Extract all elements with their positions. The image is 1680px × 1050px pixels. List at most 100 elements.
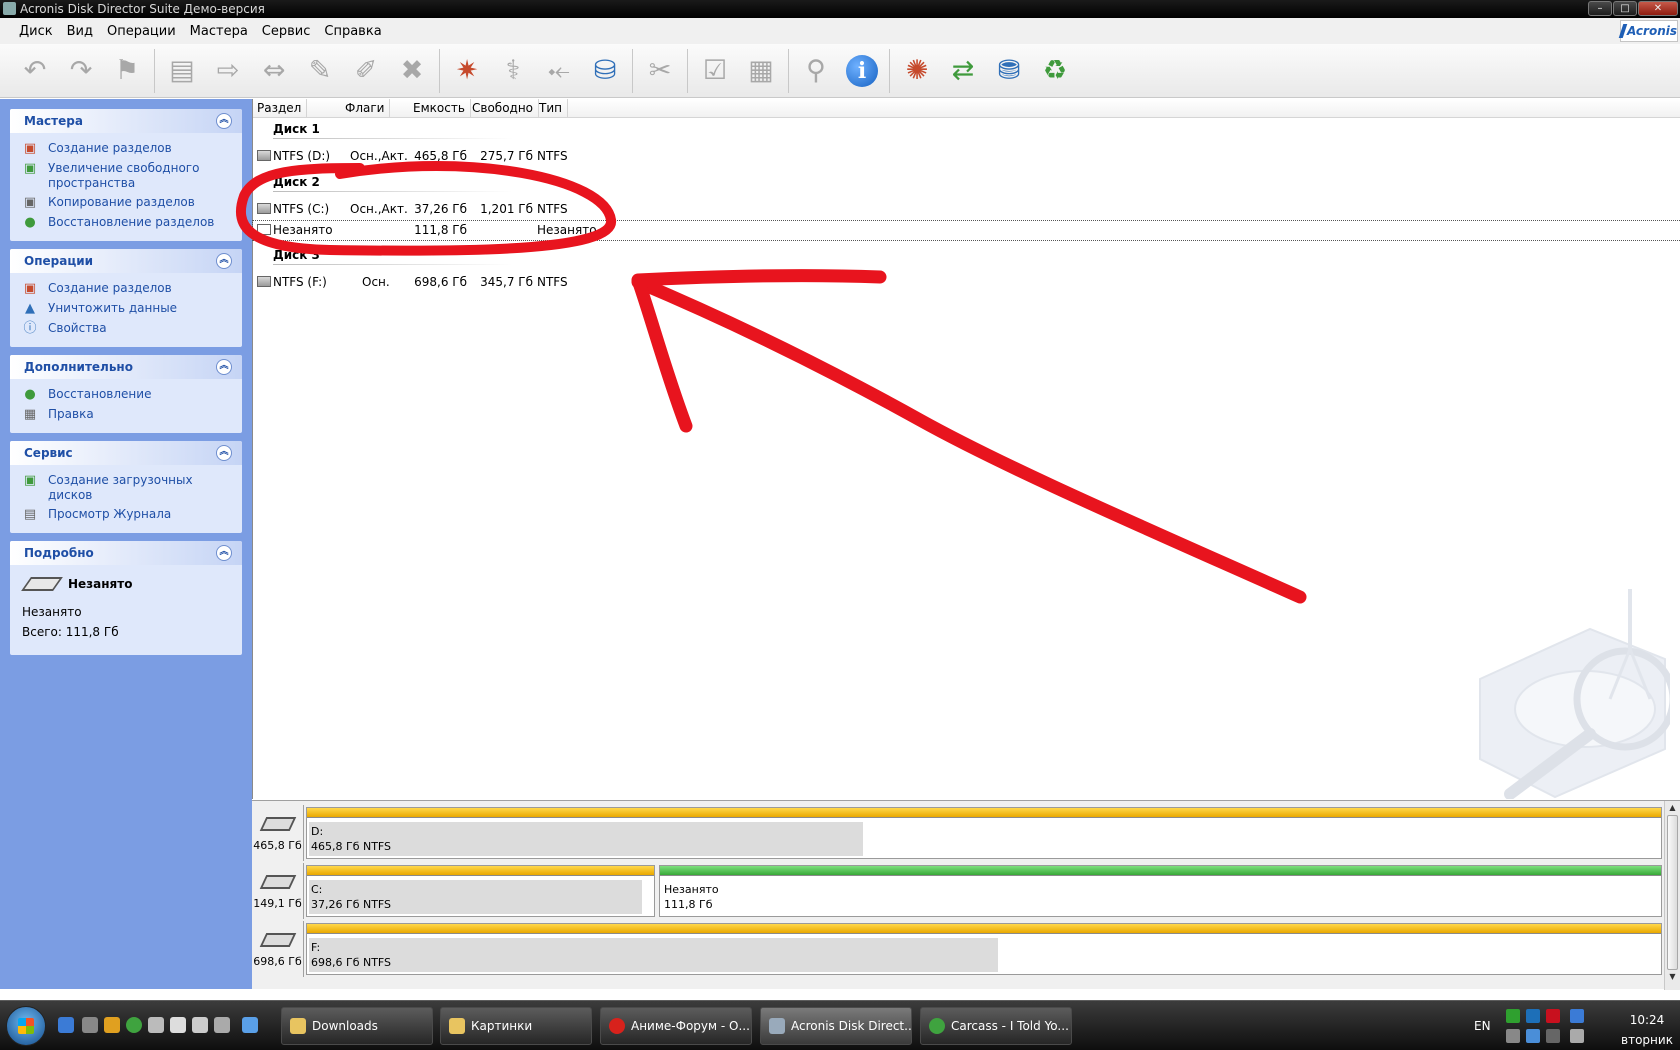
tray-icon[interactable]	[1546, 1029, 1560, 1043]
clock-time[interactable]: 10:24	[1612, 1013, 1680, 1027]
group-header[interactable]: Подробно ︽	[10, 541, 242, 565]
create-partition-icon[interactable]: ▤	[159, 48, 205, 94]
menu-view[interactable]: Вид	[67, 24, 93, 39]
task-label[interactable]: Увеличение свободного пространства	[48, 161, 234, 191]
scroll-up-arrow-icon[interactable]: ▲	[1665, 801, 1680, 815]
task-copy-partitions[interactable]: ▣ Копирование разделов	[22, 195, 234, 211]
taskbar-button-player[interactable]: Carcass - I Told Yo...	[920, 1007, 1072, 1045]
undo-icon[interactable]: ↶	[12, 48, 58, 94]
task-bootable-media[interactable]: ▣ Создание загрузочных дисков	[22, 473, 234, 503]
task-view-log[interactable]: ▤ Просмотр Журнала	[22, 507, 234, 523]
disk-info[interactable]: 149,1 Гб	[252, 863, 304, 919]
show-desktop-icon[interactable]	[58, 1017, 74, 1033]
menu-operations[interactable]: Операции	[107, 24, 176, 39]
split-icon[interactable]: ⤝	[536, 48, 582, 94]
task-label[interactable]: Восстановление	[48, 387, 151, 402]
scroll-thumb[interactable]	[1667, 815, 1678, 970]
disk-info[interactable]: 465,8 Гб	[252, 805, 304, 861]
taskbar-button-opera[interactable]: Аниме-Форум - О...	[600, 1007, 752, 1045]
task-label[interactable]: Создание разделов	[48, 281, 172, 296]
maximize-button[interactable]: □	[1613, 1, 1637, 16]
info-icon[interactable]: i	[839, 48, 885, 94]
unallocated-segment[interactable]: Незанято 111,8 Гб	[659, 865, 1662, 917]
quicklaunch-icon[interactable]	[214, 1017, 230, 1033]
menu-help[interactable]: Справка	[324, 24, 381, 39]
task-properties[interactable]: ⓘ Свойства	[22, 321, 234, 337]
task-wipe-data[interactable]: ▲ Уничтожить данные	[22, 301, 234, 317]
disk-info[interactable]: 698,6 Гб	[252, 921, 304, 977]
task-label[interactable]: Просмотр Журнала	[48, 507, 171, 522]
format-icon[interactable]: ✐	[343, 48, 389, 94]
task-label[interactable]: Свойства	[48, 321, 107, 336]
menu-disk[interactable]: Диск	[19, 24, 53, 39]
collapse-chevron-icon[interactable]: ︽	[216, 113, 232, 129]
group-header[interactable]: Мастера ︽	[10, 109, 242, 133]
task-label[interactable]: Копирование разделов	[48, 195, 195, 210]
commit-flag-icon[interactable]: ⚑	[104, 48, 150, 94]
column-capacity[interactable]: Емкость	[413, 99, 471, 118]
tray-icon[interactable]	[1506, 1029, 1520, 1043]
group-header[interactable]: Сервис ︽	[10, 441, 242, 465]
task-recover-partitions[interactable]: ● Восстановление разделов	[22, 215, 234, 231]
convert-icon[interactable]: ⛃	[986, 48, 1032, 94]
ati-icon[interactable]	[1546, 1009, 1560, 1023]
language-indicator[interactable]: EN	[1474, 1019, 1491, 1033]
menu-service[interactable]: Сервис	[262, 24, 311, 39]
table-row-selected[interactable]: Незанято 111,8 Гб Незанято	[252, 220, 1680, 241]
menu-wizards[interactable]: Мастера	[190, 24, 248, 39]
quicklaunch-icon[interactable]	[82, 1017, 98, 1033]
task-increase-space[interactable]: ▣ Увеличение свободного пространства	[22, 161, 234, 191]
bootable-media-icon[interactable]: ⛁	[582, 48, 628, 94]
task-create-partitions[interactable]: ▣ Создание разделов	[22, 141, 234, 157]
partition-segment[interactable]: D: 465,8 Гб NTFS	[306, 807, 1662, 859]
collapse-chevron-icon[interactable]: ︽	[216, 359, 232, 375]
tray-icon[interactable]	[1526, 1029, 1540, 1043]
quicklaunch-icon[interactable]	[126, 1017, 142, 1033]
column-partition[interactable]: Раздел	[257, 99, 308, 118]
task-label[interactable]: Правка	[48, 407, 94, 422]
tray-icon[interactable]	[1506, 1009, 1520, 1023]
recovery-icon[interactable]: ⚕	[490, 48, 536, 94]
task-label[interactable]: Уничтожить данные	[48, 301, 177, 316]
task-edit[interactable]: ▦ Правка	[22, 407, 234, 423]
task-label[interactable]: Создание разделов	[48, 141, 172, 156]
browse-icon[interactable]: ⚲	[793, 48, 839, 94]
start-button[interactable]	[6, 1006, 46, 1046]
redo-icon[interactable]: ↷	[58, 48, 104, 94]
scroll-down-arrow-icon[interactable]: ▼	[1665, 970, 1680, 984]
taskbar-button-pictures[interactable]: Картинки	[440, 1007, 592, 1045]
table-row[interactable]: NTFS (F:) Осн. 698,6 Гб 345,7 Гб NTFS	[253, 273, 1680, 292]
column-type[interactable]: Тип	[539, 99, 568, 118]
partition-segment[interactable]: F: 698,6 Гб NTFS	[306, 923, 1662, 975]
defrag-icon[interactable]: ▦	[738, 48, 784, 94]
table-row[interactable]: NTFS (D:) Осн.,Акт. 465,8 Гб 275,7 Гб NT…	[253, 147, 1680, 166]
column-flags[interactable]: Флаги	[345, 99, 392, 118]
volume-icon[interactable]	[1570, 1029, 1584, 1043]
column-free[interactable]: Свободно	[472, 99, 540, 118]
tray-icon[interactable]	[1526, 1009, 1540, 1023]
check-icon[interactable]: ☑	[692, 48, 738, 94]
increase-space-icon[interactable]: ✺	[894, 48, 940, 94]
task-create-partitions[interactable]: ▣ Создание разделов	[22, 281, 234, 297]
quicklaunch-icon[interactable]	[148, 1017, 164, 1033]
task-label[interactable]: Восстановление разделов	[48, 215, 214, 230]
quicklaunch-icon[interactable]	[170, 1017, 186, 1033]
collapse-chevron-icon[interactable]: ︽	[216, 545, 232, 561]
group-header[interactable]: Дополнительно ︽	[10, 355, 242, 379]
wipe-icon[interactable]: ✂	[637, 48, 683, 94]
collapse-chevron-icon[interactable]: ︽	[216, 445, 232, 461]
group-header[interactable]: Операции ︽	[10, 249, 242, 273]
resize-partition-icon[interactable]: ⇔	[251, 48, 297, 94]
delete-partition-icon[interactable]: ✖	[389, 48, 435, 94]
label-icon[interactable]: ✎	[297, 48, 343, 94]
minimize-button[interactable]: –	[1588, 1, 1612, 16]
create-partition-wizard-icon[interactable]: ✷	[444, 48, 490, 94]
quicklaunch-icon[interactable]	[192, 1017, 208, 1033]
title-bar[interactable]: Acronis Disk Director Suite Демо-версия …	[0, 0, 1680, 18]
collapse-chevron-icon[interactable]: ︽	[216, 253, 232, 269]
table-row[interactable]: NTFS (C:) Осн.,Акт. 37,26 Гб 1,201 Гб NT…	[253, 200, 1680, 219]
quicklaunch-icon[interactable]	[104, 1017, 120, 1033]
quicklaunch-icon[interactable]	[242, 1017, 258, 1033]
task-label[interactable]: Создание загрузочных дисков	[48, 473, 234, 503]
disk-map-scrollbar[interactable]: ▲ ▼	[1664, 801, 1680, 990]
